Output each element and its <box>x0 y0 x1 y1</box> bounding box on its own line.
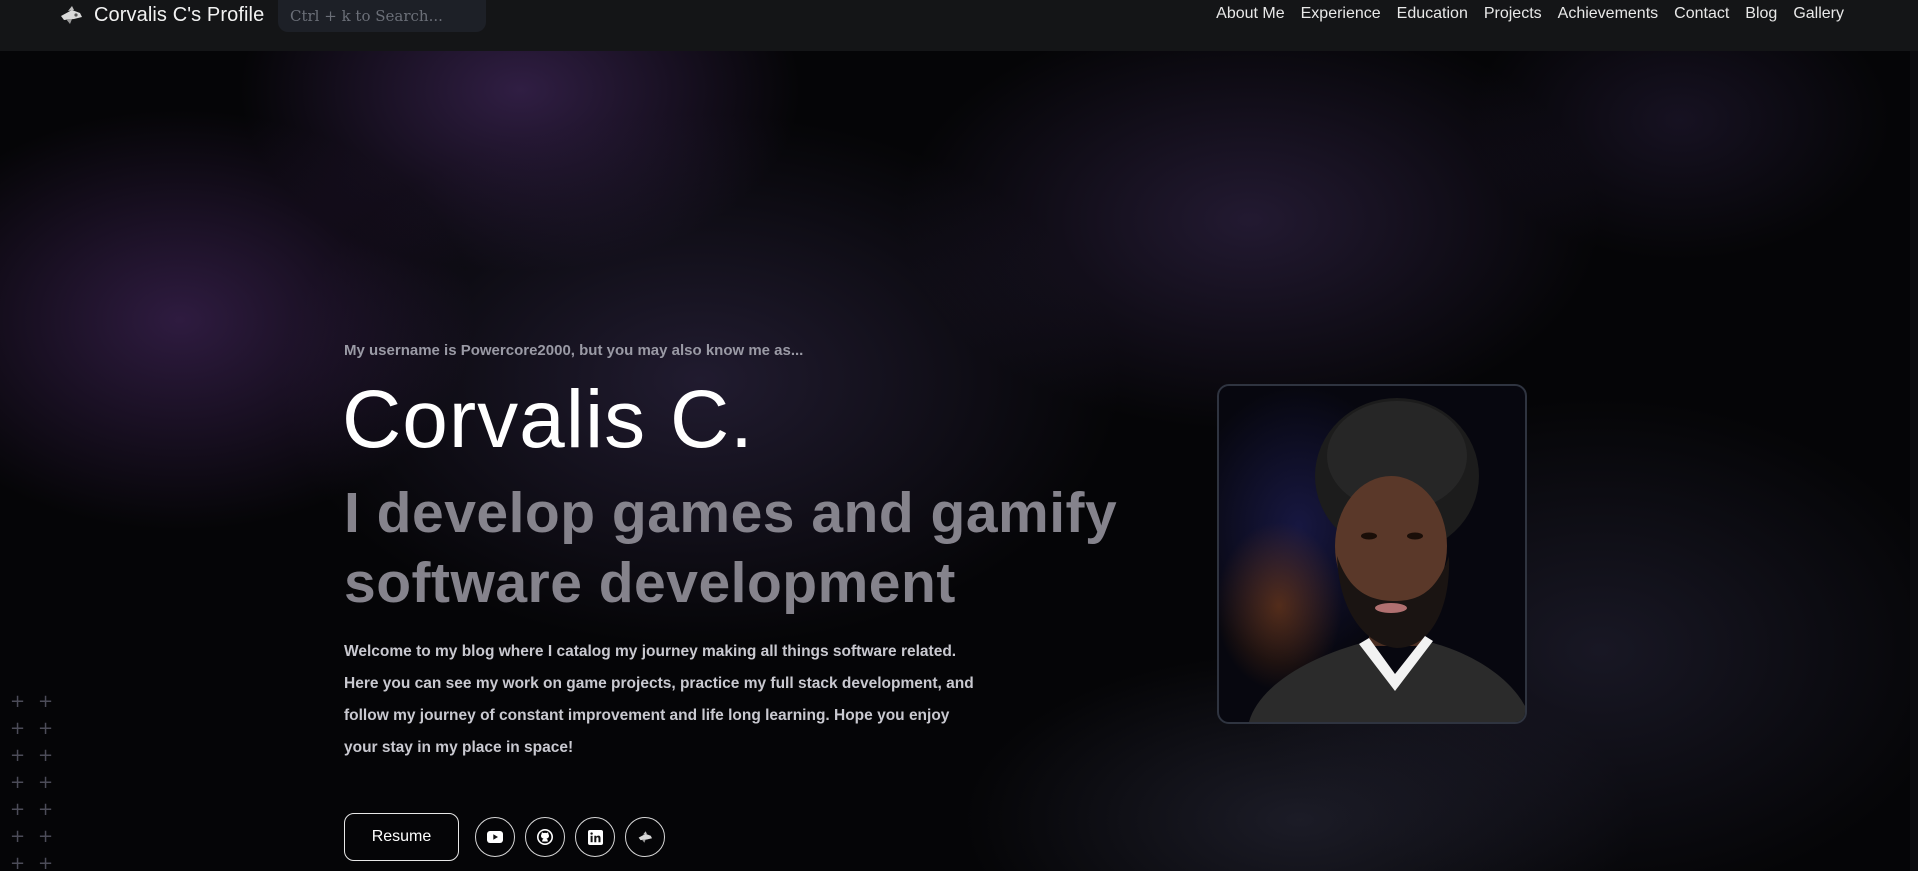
spaceship-icon <box>638 831 652 843</box>
nav-link-blog[interactable]: Blog <box>1745 5 1777 23</box>
nav-link-experience[interactable]: Experience <box>1301 5 1381 23</box>
plus-icon: + <box>38 826 54 847</box>
hero-description: Welcome to my blog where I catalog my jo… <box>344 643 974 756</box>
plus-icon: + <box>38 745 54 766</box>
hero-actions: Resume <box>344 813 675 861</box>
resume-button[interactable]: Resume <box>344 813 459 861</box>
plus-icon: + <box>38 691 54 712</box>
page: Corvalis C's Profile About Me Experience… <box>0 0 1918 871</box>
page-scrollbar[interactable] <box>1910 51 1918 871</box>
profile-photo <box>1217 384 1527 724</box>
nav-link-about-me[interactable]: About Me <box>1216 5 1284 23</box>
nav-link-contact[interactable]: Contact <box>1674 5 1729 23</box>
plus-icon: + <box>10 745 26 766</box>
github-link[interactable] <box>525 817 565 857</box>
decorative-plus-grid: + + + + + + + + + + + + + + <box>10 688 66 871</box>
nav-link-gallery[interactable]: Gallery <box>1793 5 1844 23</box>
nav-link-education[interactable]: Education <box>1397 5 1468 23</box>
github-icon <box>537 829 553 845</box>
youtube-icon <box>487 831 503 843</box>
plus-icon: + <box>38 799 54 820</box>
search-input[interactable] <box>278 0 486 32</box>
hero-kicker: My username is Powercore2000, but you ma… <box>344 342 804 359</box>
hero-name: Corvalis C. <box>342 374 754 465</box>
brand[interactable]: Corvalis C's Profile <box>58 2 264 28</box>
spaceship-logo-icon <box>58 4 84 26</box>
plus-icon: + <box>10 718 26 739</box>
plus-icon: + <box>38 718 54 739</box>
plus-icon: + <box>38 772 54 793</box>
linkedin-link[interactable] <box>575 817 615 857</box>
linkedin-icon <box>587 829 603 845</box>
plus-icon: + <box>10 772 26 793</box>
youtube-link[interactable] <box>475 817 515 857</box>
plus-icon: + <box>10 799 26 820</box>
top-navbar: Corvalis C's Profile About Me Experience… <box>0 0 1918 51</box>
plus-icon: + <box>10 853 26 871</box>
brand-title: Corvalis C's Profile <box>94 3 265 26</box>
nav-link-achievements[interactable]: Achievements <box>1558 5 1659 23</box>
nav-link-projects[interactable]: Projects <box>1484 5 1542 23</box>
plus-icon: + <box>10 691 26 712</box>
plus-icon: + <box>38 853 54 871</box>
blog-link[interactable] <box>625 817 665 857</box>
plus-icon: + <box>10 826 26 847</box>
nav-links: About Me Experience Education Projects A… <box>1216 5 1844 23</box>
hero-tagline: I develop games and gamify software deve… <box>344 481 1118 615</box>
